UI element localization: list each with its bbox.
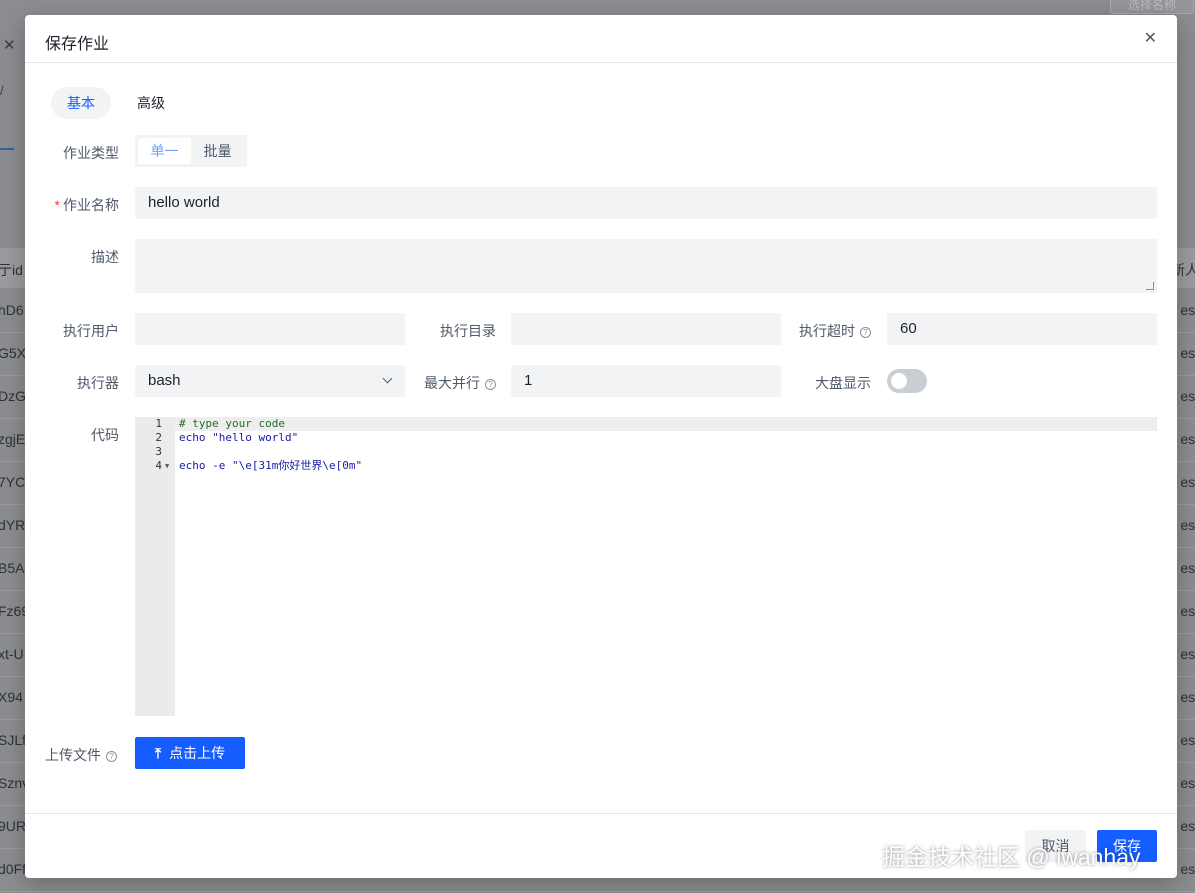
exec-timeout-input[interactable]: 60 [887,313,1157,345]
job-type-segmented: 单一 批量 [135,135,247,167]
background-cell-left: X94 [0,689,23,705]
executor-label: 执行器 [77,375,119,391]
code-line[interactable]: 3 [135,445,1157,459]
background-tab-indicator [0,148,14,150]
max-parallel-label: 最大并行? [411,373,496,393]
required-mark: * [54,197,60,213]
background-cell-left: xt-U [0,646,24,662]
background-cell-right: est [1180,861,1195,877]
executor-select[interactable]: bash [135,365,405,397]
exec-user-input[interactable] [135,313,405,345]
background-cell-right: est [1180,474,1195,490]
chevron-down-icon [382,373,393,384]
save-job-dialog: 保存作业 ✕ 基本 高级 作业类型 单一 批量 * 作业名称 hello worl… [25,15,1177,878]
upload-button-label: 点击上传 [169,745,226,761]
line-number: 4 [155,459,162,472]
question-circle-icon[interactable]: ? [860,327,871,338]
tabs: 基本 高级 [51,87,191,119]
code-label: 代码 [91,427,119,443]
exec-timeout-label-text: 执行超时 [799,323,855,339]
background-cell-right: est [1180,646,1195,662]
watermark: 掘金技术社区 @ iwanhay [882,844,1141,870]
job-type-batch[interactable]: 批量 [191,138,244,164]
background-cell-right: est [1180,775,1195,791]
background-cell-left: hD6 [0,302,24,318]
background-cell-right: est [1180,732,1195,748]
background-close-icon: ✕ [3,37,16,54]
description-textarea[interactable] [135,239,1157,293]
background-cell-left: SJLf [0,732,27,748]
exec-user-label: 执行用户 [63,323,119,339]
line-number: 2 [155,431,162,444]
upload-label-text: 上传文件 [45,747,101,763]
job-type-single[interactable]: 单一 [138,138,191,164]
description-label: 描述 [91,249,119,265]
job-name-label: * 作业名称 [25,195,119,215]
background-cell-left: 7YC [0,474,26,490]
code-editor[interactable]: 1 # type your code 2 echo "hello world" … [135,417,1157,716]
line-number: 3 [155,445,162,458]
exec-timeout-label: 执行超时? [785,321,871,341]
dialog-title: 保存作业 [45,36,110,53]
question-circle-icon[interactable]: ? [106,751,117,762]
exec-dir-input[interactable] [511,313,781,345]
question-circle-icon[interactable]: ? [485,379,496,390]
code-line[interactable]: 4 ▼ echo -e "\e[31m你好世界\e[0m" [135,459,1157,473]
dashboard-display-switch[interactable] [887,369,927,393]
switch-knob [891,373,907,389]
executor-value: bash [148,372,181,389]
background-cell-left: G5X [0,345,27,361]
background-cell-left: d0Ff [0,861,27,877]
code-line[interactable]: 2 echo "hello world" [135,431,1157,445]
resize-handle-icon[interactable] [1146,282,1154,290]
background-cell-right: est [1180,689,1195,705]
background-cell-right: est [1180,560,1195,576]
background-top-button: 选择名称 [1110,0,1194,14]
code-line[interactable]: 1 # type your code [135,417,1157,431]
code-text: echo -e "\e[31m你好世界\e[0m" [179,459,363,472]
background-header-left: 亍id [0,262,23,278]
max-parallel-input[interactable]: 1 [511,365,781,397]
background-cell-right: est [1180,388,1195,404]
job-name-label-text: 作业名称 [63,197,119,213]
background-cell-left: zgjE [0,431,26,447]
background-cell-right: est [1180,431,1195,447]
job-type-label: 作业类型 [63,145,119,161]
line-number: 1 [155,417,162,430]
background-cell-right: est [1180,345,1195,361]
tab-advanced[interactable]: 高级 [121,87,181,119]
upload-button[interactable]: ⤒ 点击上传 [135,737,245,769]
exec-dir-label: 执行目录 [440,323,496,339]
close-icon[interactable]: ✕ [1144,29,1157,49]
code-text: # type your code [179,417,285,430]
background-cell-left: dYR [0,517,26,533]
tab-basic[interactable]: 基本 [51,87,111,119]
code-text: echo "hello world" [179,431,299,444]
background-cell-right: est [1180,603,1195,619]
max-parallel-label-text: 最大并行 [424,375,480,391]
dashboard-display-label: 大盘显示 [815,375,871,391]
upload-label: 上传文件? [45,745,117,765]
upload-icon: ⤒ [154,745,162,761]
job-name-input[interactable]: hello world [135,187,1157,219]
background-cell-right: est [1180,517,1195,533]
fold-arrow-icon[interactable]: ▼ [165,459,169,473]
background-cell-right: est [1180,302,1195,318]
background-cell-right: est [1180,818,1195,834]
dialog-header: 保存作业 ✕ [25,15,1177,63]
